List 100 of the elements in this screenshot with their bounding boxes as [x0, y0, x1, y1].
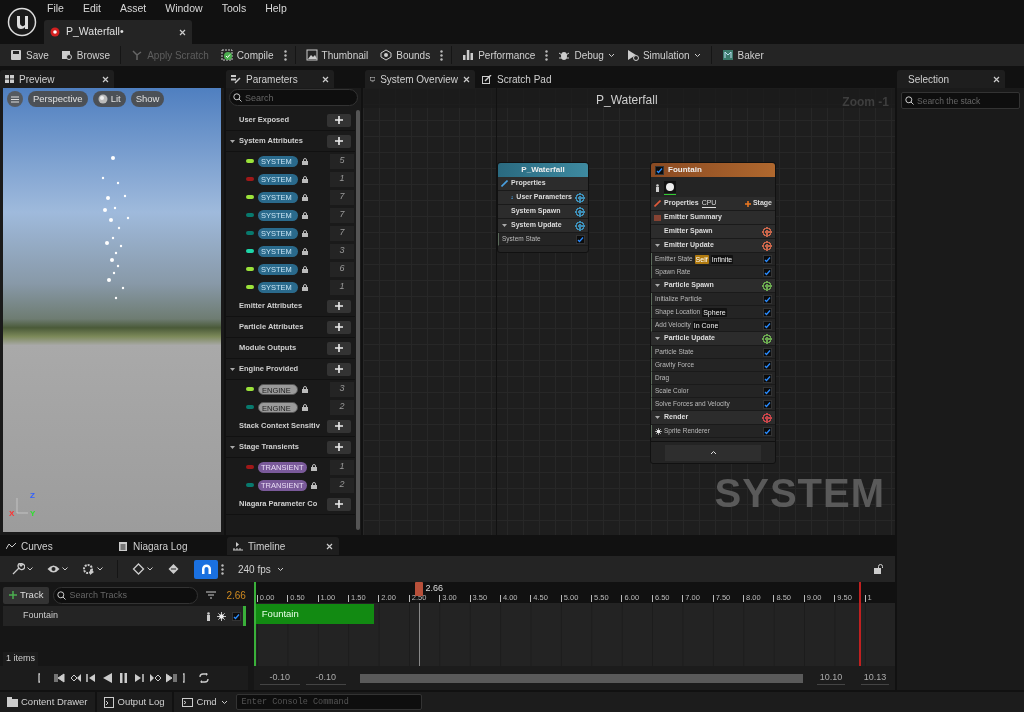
checkbox[interactable] — [763, 386, 772, 396]
checkbox[interactable] — [763, 360, 772, 370]
checkbox[interactable] — [763, 347, 772, 357]
play-reverse-icon[interactable] — [102, 673, 114, 683]
key-forward-icon[interactable] — [150, 673, 162, 683]
collapse-arrow-icon[interactable] — [654, 242, 661, 249]
scrollbar[interactable] — [359, 673, 803, 683]
checkbox[interactable] — [763, 294, 772, 304]
checkbox[interactable] — [763, 267, 772, 277]
toolbar-button[interactable]: Thumbnail — [303, 45, 371, 65]
wrench-menu[interactable] — [12, 563, 33, 575]
toolbar-button[interactable]: Bounds — [378, 45, 433, 65]
step-forward-icon[interactable] — [134, 673, 146, 683]
search-field[interactable]: Search — [229, 89, 358, 106]
toolbar-button[interactable]: Baker — [719, 45, 766, 65]
close-icon[interactable] — [993, 75, 1000, 83]
skip-forward-icon[interactable] — [166, 673, 178, 683]
scrollbar[interactable] — [356, 110, 360, 530]
add-button[interactable] — [327, 341, 351, 355]
checkbox[interactable] — [763, 399, 772, 409]
collapse-arrow-icon[interactable] — [654, 335, 661, 342]
collapse-arrow-icon[interactable] — [229, 365, 236, 373]
eye-menu[interactable] — [47, 563, 68, 575]
panel-tab[interactable]: Timeline — [227, 537, 339, 555]
add-button[interactable] — [327, 440, 351, 454]
add-button[interactable] — [327, 134, 351, 148]
toolbar-button[interactable]: Performance — [460, 45, 538, 65]
close-icon[interactable] — [326, 542, 333, 550]
add-button[interactable] — [327, 320, 351, 334]
viewport-button[interactable]: Show — [130, 91, 165, 107]
menu-item[interactable]: Help — [265, 0, 287, 17]
key-back-icon[interactable] — [70, 673, 82, 683]
status-bar-button[interactable]: Content Drawer — [0, 692, 97, 712]
toolbar-button[interactable]: Browse — [58, 45, 113, 65]
pause-icon[interactable] — [118, 673, 130, 683]
view-end-field[interactable]: 10.13 — [861, 670, 889, 686]
toolbar-button[interactable]: Simulation — [624, 45, 703, 65]
options-icon[interactable] — [283, 49, 287, 61]
panel-tab[interactable]: Curves — [0, 537, 112, 555]
view-start-field[interactable]: -0.10 — [259, 670, 300, 686]
search-field[interactable]: Search Tracks — [53, 586, 199, 604]
graph-canvas[interactable] — [363, 88, 895, 535]
add-button[interactable] — [327, 362, 351, 376]
viewport-button[interactable]: Perspective — [28, 91, 88, 107]
menu-item[interactable]: Asset — [120, 0, 147, 17]
toolbar-button[interactable]: Debug — [556, 45, 617, 65]
toolbar-button[interactable]: Save — [8, 45, 51, 65]
checkbox[interactable] — [763, 426, 772, 436]
key-diamond-menu[interactable] — [167, 563, 180, 575]
track-row[interactable]: Fountain — [3, 606, 246, 626]
menu-item[interactable]: File — [47, 0, 64, 17]
filter-icon[interactable] — [206, 591, 217, 599]
options-icon[interactable] — [545, 49, 549, 61]
document-tab[interactable]: P_Waterfall• — [44, 20, 192, 44]
gear-play-menu[interactable] — [82, 563, 103, 575]
close-icon[interactable] — [102, 75, 109, 83]
panel-tab[interactable]: Selection — [897, 70, 1005, 88]
diamond-menu[interactable] — [132, 563, 153, 575]
fps-dropdown[interactable]: 240 fps — [238, 561, 284, 577]
menu-item[interactable]: Window — [165, 0, 203, 17]
add-button[interactable] — [327, 299, 351, 313]
checkbox[interactable] — [763, 307, 772, 317]
panel-tab[interactable]: Preview — [0, 70, 114, 88]
range-start-field[interactable]: -0.10 — [305, 670, 346, 686]
collapse-arrow-icon[interactable] — [229, 137, 236, 145]
search-field[interactable]: Search the stack — [901, 92, 1020, 109]
options-icon[interactable] — [440, 49, 444, 61]
close-icon[interactable] — [322, 75, 329, 83]
range-end-field[interactable]: 10.10 — [817, 670, 845, 686]
options-icon[interactable] — [221, 563, 224, 575]
snap-toggle[interactable] — [194, 559, 218, 579]
status-bar-button[interactable]: Output Log — [96, 692, 174, 712]
collapse-arrow-icon[interactable] — [501, 222, 508, 229]
checkbox[interactable] — [655, 165, 664, 175]
checkbox[interactable] — [763, 373, 772, 383]
collapse-arrow-icon[interactable] — [229, 443, 236, 451]
command-dropdown[interactable]: Cmd — [173, 692, 236, 712]
close-icon[interactable] — [463, 75, 470, 83]
viewport-button[interactable]: Lit — [92, 91, 126, 107]
track-clip[interactable]: Fountain — [253, 604, 374, 624]
add-button[interactable] — [327, 113, 351, 127]
add-button[interactable] — [327, 419, 351, 433]
unlock-icon[interactable] — [874, 564, 883, 574]
menu-item[interactable]: Tools — [221, 0, 247, 17]
checkbox[interactable] — [576, 234, 585, 244]
loop-icon[interactable] — [198, 673, 210, 683]
menu-item[interactable]: Edit — [82, 0, 101, 17]
emitter-node[interactable] — [650, 162, 776, 464]
skip-back-icon[interactable] — [54, 673, 66, 683]
console-input[interactable]: Enter Console Command — [235, 694, 422, 710]
add-track-button[interactable]: Track — [3, 586, 50, 604]
menu-button[interactable] — [7, 91, 23, 107]
panel-tab[interactable]: Parameters — [226, 70, 334, 88]
panel-tab[interactable]: System Overview — [365, 70, 475, 88]
step-back-icon[interactable] — [86, 673, 98, 683]
toolbar-button[interactable]: Compile — [218, 45, 276, 65]
panel-tab[interactable]: Niagara Log — [112, 537, 227, 555]
checkbox[interactable] — [763, 254, 772, 264]
checkbox[interactable] — [231, 611, 241, 621]
collapse-arrow-icon[interactable] — [654, 414, 661, 421]
